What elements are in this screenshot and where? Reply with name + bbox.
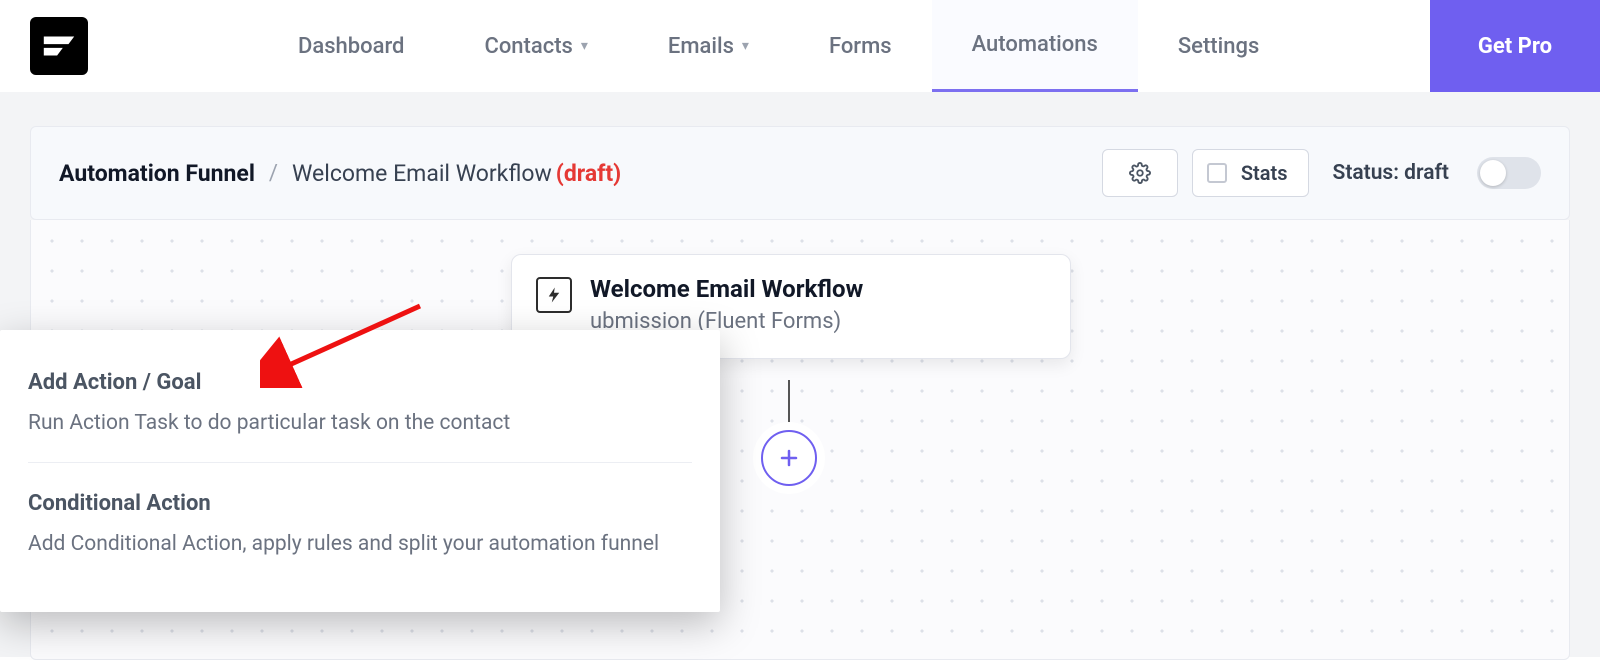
top-nav: Dashboard Contacts ▾ Emails ▾ Forms Auto…	[0, 0, 1600, 92]
breadcrumb-separator: /	[269, 161, 278, 186]
nav-forms[interactable]: Forms	[789, 0, 932, 92]
popup-item-conditional[interactable]: Conditional Action Add Conditional Actio…	[28, 485, 692, 583]
nav-emails[interactable]: Emails ▾	[628, 0, 789, 92]
status-text: Status: draft	[1333, 161, 1450, 185]
nav-contacts[interactable]: Contacts ▾	[444, 0, 627, 92]
popup-item-desc: Run Action Task to do particular task on…	[28, 407, 692, 440]
stats-checkbox[interactable]	[1207, 163, 1227, 183]
chevron-down-icon: ▾	[742, 38, 749, 54]
settings-button[interactable]	[1102, 149, 1178, 197]
popup-item-add-action[interactable]: Add Action / Goal Run Action Task to do …	[28, 364, 692, 462]
nav-dashboard[interactable]: Dashboard	[258, 0, 444, 92]
stats-toggle-button[interactable]: Stats	[1192, 149, 1309, 197]
breadcrumb-workflow: Welcome Email Workflow	[292, 160, 552, 187]
draft-badge: (draft)	[556, 160, 621, 187]
app-logo	[30, 17, 88, 75]
get-pro-button[interactable]: Get Pro	[1430, 0, 1600, 92]
nav-automations[interactable]: Automations	[932, 0, 1138, 92]
popup-item-title: Add Action / Goal	[28, 370, 692, 395]
trigger-title: Welcome Email Workflow	[590, 275, 863, 303]
get-pro-label: Get Pro	[1478, 34, 1552, 59]
popup-divider	[28, 462, 692, 463]
popup-item-desc: Add Conditional Action, apply rules and …	[28, 528, 692, 561]
add-step-popup: Add Action / Goal Run Action Task to do …	[0, 330, 720, 612]
add-step-button[interactable]	[761, 430, 817, 486]
popup-item-title: Conditional Action	[28, 491, 692, 516]
bolt-icon	[536, 277, 572, 313]
nav-label: Automations	[972, 32, 1098, 57]
gear-icon	[1129, 162, 1151, 184]
nav-label: Emails	[668, 34, 734, 59]
nav-label: Settings	[1178, 34, 1259, 59]
chevron-down-icon: ▾	[581, 38, 588, 54]
logo-icon	[40, 27, 78, 65]
stats-label: Stats	[1241, 161, 1288, 185]
nav-label: Dashboard	[298, 34, 404, 59]
nav-label: Contacts	[484, 34, 572, 59]
header-bar: Automation Funnel / Welcome Email Workfl…	[30, 126, 1570, 220]
nav-label: Forms	[829, 34, 892, 59]
breadcrumb-root: Automation Funnel	[59, 160, 255, 187]
status-toggle[interactable]	[1477, 157, 1541, 189]
nav-items: Dashboard Contacts ▾ Emails ▾ Forms Auto…	[258, 0, 1430, 92]
plus-icon	[777, 446, 801, 470]
nav-settings[interactable]: Settings	[1138, 0, 1299, 92]
